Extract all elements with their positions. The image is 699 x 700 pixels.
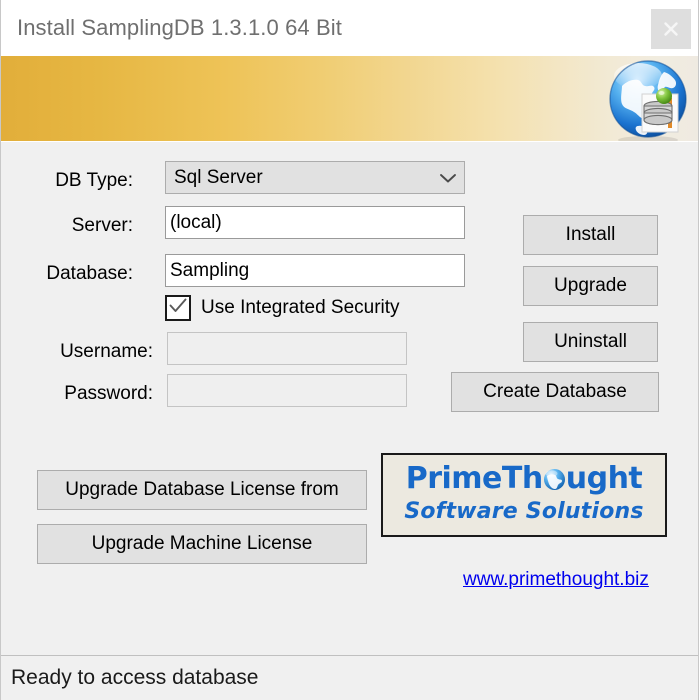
- close-icon: [662, 20, 680, 38]
- server-label: Server:: [71, 215, 133, 236]
- globe-icon: [543, 468, 566, 491]
- logo-wordmark-pre: PrimeTh: [405, 461, 544, 496]
- uninstall-button[interactable]: Uninstall: [523, 322, 658, 362]
- upgrade-button[interactable]: Upgrade: [523, 266, 658, 306]
- website-link[interactable]: www.primethought.biz: [463, 569, 649, 591]
- primethought-logo: PrimeTh ught Software Solutions: [381, 453, 667, 537]
- close-button[interactable]: [651, 9, 691, 49]
- install-button[interactable]: Install: [523, 215, 658, 255]
- title-bar: Install SamplingDB 1.3.1.0 64 Bit: [1, 0, 698, 56]
- database-value: Sampling: [170, 259, 250, 281]
- logo-wordmark: PrimeTh ught: [383, 461, 665, 496]
- globe-database-icon: [602, 56, 694, 141]
- status-message: Ready to access database: [11, 666, 259, 689]
- create-database-button[interactable]: Create Database: [451, 372, 659, 412]
- install-dialog-window: Install SamplingDB 1.3.1.0 64 Bit DB Typ…: [0, 0, 699, 700]
- server-value: (local): [170, 211, 222, 233]
- database-input[interactable]: Sampling: [165, 254, 465, 287]
- logo-wordmark-post: ught: [565, 461, 643, 496]
- chevron-down-icon: [438, 172, 458, 184]
- username-label: Username:: [60, 341, 153, 362]
- header-banner: [1, 56, 698, 142]
- upgrade-machine-license-button[interactable]: Upgrade Machine License: [37, 524, 367, 564]
- password-input[interactable]: [167, 374, 407, 407]
- use-integrated-security-label: Use Integrated Security: [201, 297, 400, 318]
- status-bar: Ready to access database: [1, 655, 698, 700]
- db-type-value: Sql Server: [174, 166, 263, 188]
- db-type-select[interactable]: Sql Server: [165, 161, 465, 194]
- use-integrated-security-checkbox[interactable]: Use Integrated Security: [165, 295, 400, 321]
- password-label: Password:: [64, 383, 153, 404]
- upgrade-database-license-button[interactable]: Upgrade Database License from: [37, 470, 367, 510]
- logo-tagline: Software Solutions: [404, 499, 644, 524]
- form-area: DB Type: Sql Server Server: (local) Data…: [1, 142, 698, 655]
- database-label: Database:: [46, 263, 133, 284]
- checkbox-box: [165, 295, 191, 321]
- window-title: Install SamplingDB 1.3.1.0 64 Bit: [17, 15, 342, 40]
- checkmark-icon: [168, 298, 188, 319]
- db-type-label: DB Type:: [55, 170, 133, 191]
- server-input[interactable]: (local): [165, 206, 465, 239]
- username-input[interactable]: [167, 332, 407, 365]
